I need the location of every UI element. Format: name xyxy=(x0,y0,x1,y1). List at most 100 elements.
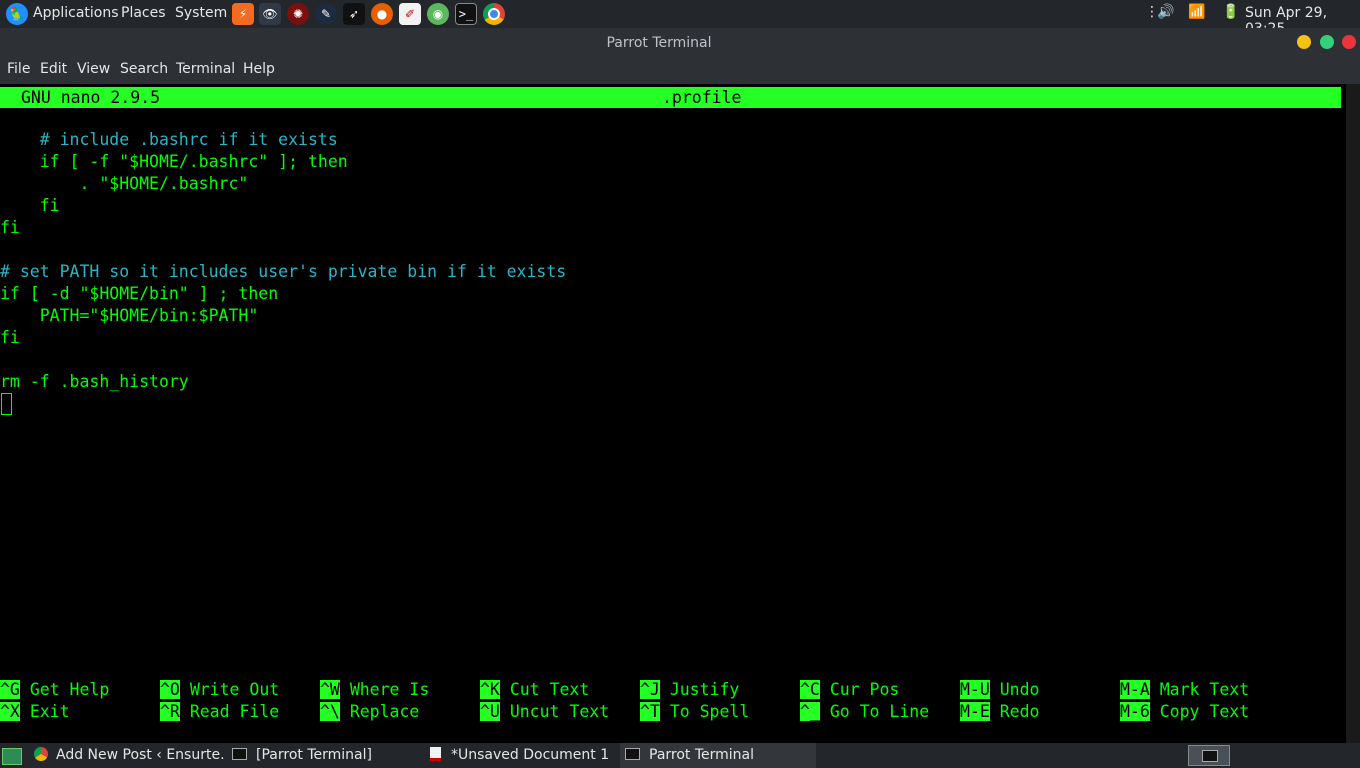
shortcut-key: ^_ xyxy=(800,702,820,721)
window-title: Parrot Terminal xyxy=(606,35,712,51)
menu-terminal[interactable]: Terminal xyxy=(176,61,235,77)
menu-help[interactable]: Help xyxy=(243,61,275,77)
menu-view[interactable]: View xyxy=(77,61,110,77)
shortcut-label: Go To Line xyxy=(829,702,930,721)
task-label: *Unsaved Document 1 ... xyxy=(451,747,615,763)
shortcut-replace[interactable]: ^\ Replace xyxy=(320,701,419,723)
shortcut-key: M-6 xyxy=(1120,702,1150,721)
network-icon[interactable]: ◉ xyxy=(427,3,449,25)
code-line[interactable]: PATH="$HOME/bin:$PATH" xyxy=(0,305,259,327)
shortcut-uncut-text[interactable]: ^U Uncut Text xyxy=(480,701,609,723)
shortcut-go-to-line[interactable]: ^_ Go To Line xyxy=(800,701,929,723)
workspace-switcher[interactable] xyxy=(1188,745,1230,766)
shortcut-cut-text[interactable]: ^K Cut Text xyxy=(480,679,589,701)
shortcut-label: Redo xyxy=(999,702,1040,721)
code-line[interactable]: fi xyxy=(0,195,60,217)
code-line[interactable]: rm -f .bash_history xyxy=(0,371,189,393)
chrome-icon xyxy=(34,747,48,761)
code-line[interactable]: # include .bashrc if it exists xyxy=(0,129,338,151)
shortcut-label: Uncut Text xyxy=(509,702,610,721)
shortcut-write-out[interactable]: ^O Write Out xyxy=(160,679,279,701)
code-line[interactable]: fi xyxy=(0,327,20,349)
shortcut-key: ^K xyxy=(480,680,500,699)
chrome-icon[interactable] xyxy=(483,3,505,25)
text-editor-icon[interactable]: ✐ xyxy=(399,3,421,25)
burp-icon[interactable]: ⚡ xyxy=(232,3,254,25)
task-parrot-terminal-1[interactable]: [Parrot Terminal] xyxy=(232,743,422,768)
shortcut-label: Cur Pos xyxy=(829,680,900,699)
shortcut-label: Justify xyxy=(669,680,740,699)
code-line[interactable]: # set PATH so it includes user's private… xyxy=(0,261,566,283)
menu-search[interactable]: Search xyxy=(120,61,168,77)
shortcut-label: Undo xyxy=(999,680,1040,699)
shortcut-key: ^O xyxy=(160,680,180,699)
nano-filename: .profile xyxy=(662,88,742,107)
terminal-icon xyxy=(1202,750,1218,762)
nano-version: GNU nano 2.9.5 xyxy=(21,88,161,107)
code-line[interactable]: . "$HOME/.bashrc" xyxy=(0,173,248,195)
shortcut-key: ^R xyxy=(160,702,180,721)
code-line[interactable]: if [ -d "$HOME/bin" ] ; then xyxy=(0,283,278,305)
shortcut-to-spell[interactable]: ^T To Spell xyxy=(640,701,749,723)
volume-icon[interactable]: 🔊 xyxy=(1157,4,1174,20)
task-label: Parrot Terminal xyxy=(649,747,755,763)
terminal-scrollbar[interactable] xyxy=(1346,84,1360,743)
shortcut-exit[interactable]: ^X Exit xyxy=(0,701,70,723)
wifi-icon[interactable]: 📶 xyxy=(1188,4,1205,20)
places-menu[interactable]: Places xyxy=(121,5,166,21)
top-panel: 🦜 Applications Places System ⚡ 👁 ✺ ✎ ➶ ●… xyxy=(0,0,1360,37)
task-parrot-terminal-2[interactable]: Parrot Terminal xyxy=(620,743,816,768)
shortcut-redo[interactable]: M-E Redo xyxy=(960,701,1040,723)
shortcut-get-help[interactable]: ^G Get Help xyxy=(0,679,109,701)
shortcut-key: M-U xyxy=(960,680,990,699)
parrot-logo-icon[interactable]: 🦜 xyxy=(6,3,28,25)
shortcut-key: ^\ xyxy=(320,702,340,721)
code-line[interactable]: if [ -f "$HOME/.bashrc" ]; then xyxy=(0,151,348,173)
armitage-icon[interactable]: ✺ xyxy=(287,3,309,25)
maximize-button[interactable] xyxy=(1320,35,1334,49)
shortcut-key: ^T xyxy=(640,702,660,721)
wireshark-icon[interactable]: ➶ xyxy=(343,3,365,25)
terminal-icon[interactable]: >_ xyxy=(455,3,477,25)
code-line[interactable]: fi xyxy=(0,217,20,239)
shortcut-label: Replace xyxy=(349,702,420,721)
shortcut-label: Mark Text xyxy=(1159,680,1250,699)
shortcut-where-is[interactable]: ^W Where Is xyxy=(320,679,429,701)
shortcut-key: ^C xyxy=(800,680,820,699)
task-text-editor[interactable]: *Unsaved Document 1 ... xyxy=(430,743,615,768)
shortcut-key: ^U xyxy=(480,702,500,721)
shortcut-read-file[interactable]: ^R Read File xyxy=(160,701,279,723)
task-chrome[interactable]: Add New Post ‹ Ensurte... xyxy=(34,743,224,768)
terminal-icon xyxy=(232,748,247,760)
shortcut-key: ^X xyxy=(0,702,20,721)
terminal-menubar: File Edit View Search Terminal Help xyxy=(0,58,1360,84)
shortcut-mark-text[interactable]: M-A Mark Text xyxy=(1120,679,1249,701)
shortcut-cur-pos[interactable]: ^C Cur Pos xyxy=(800,679,899,701)
eye-icon[interactable]: 👁 xyxy=(259,3,281,25)
menu-file[interactable]: File xyxy=(7,61,30,77)
nano-header: GNU nano 2.9.5 .profile xyxy=(0,87,1341,108)
text-cursor xyxy=(1,393,12,415)
shortcut-label: Read File xyxy=(189,702,280,721)
window-title-bar[interactable]: Parrot Terminal xyxy=(0,28,1360,58)
shortcut-copy-text[interactable]: M-6 Copy Text xyxy=(1120,701,1249,723)
shortcut-key: ^G xyxy=(0,680,20,699)
taskbar: Add New Post ‹ Ensurte... [Parrot Termin… xyxy=(0,743,1360,768)
system-menu[interactable]: System xyxy=(175,5,227,21)
task-label: [Parrot Terminal] xyxy=(256,747,372,763)
terminal-area[interactable]: GNU nano 2.9.5 .profile # include .bashr… xyxy=(0,84,1346,743)
shortcut-key: ^W xyxy=(320,680,340,699)
battery-icon[interactable]: 🔋 xyxy=(1222,4,1239,20)
applications-menu[interactable]: Applications xyxy=(33,5,119,21)
close-button[interactable] xyxy=(1342,35,1356,49)
shortcut-label: Get Help xyxy=(29,680,110,699)
minimize-button[interactable] xyxy=(1297,35,1311,49)
shortcut-undo[interactable]: M-U Undo xyxy=(960,679,1040,701)
firefox-icon[interactable]: ● xyxy=(371,3,393,25)
show-desktop-icon[interactable] xyxy=(2,748,22,765)
maltego-icon[interactable]: ✎ xyxy=(315,3,337,25)
shortcut-key: M-A xyxy=(1120,680,1150,699)
menu-edit[interactable]: Edit xyxy=(40,61,67,77)
shortcut-key: M-E xyxy=(960,702,990,721)
shortcut-justify[interactable]: ^J Justify xyxy=(640,679,739,701)
